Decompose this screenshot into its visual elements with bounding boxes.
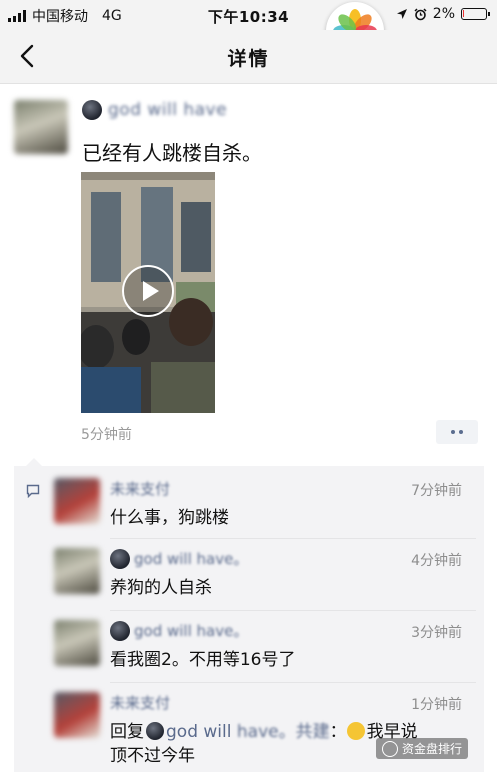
commenter-avatar[interactable] [54,478,100,524]
author-avatar-icon [82,100,102,120]
commenter-name-text[interactable]: 未来支付 [110,478,170,499]
commenter-name-text[interactable]: god will have。 [134,548,248,569]
status-bar: 中国移动 4G 下午10:34 2% [0,0,497,30]
more-actions-button[interactable] [436,420,478,444]
commenter-avatar[interactable] [54,620,100,666]
alarm-icon [414,7,427,20]
comment-icon [26,484,40,498]
commenter-name[interactable]: 未来支付 [110,692,170,713]
comments-panel: 未来支付 7分钟前 什么事，狗跳楼 god will have。 4分钟前 养狗… [14,458,484,772]
reply-colon: ： [329,722,347,742]
video-thumbnail[interactable] [81,172,215,413]
commenter-badge-icon [110,548,130,569]
post-author-name[interactable]: god will have [108,100,227,120]
reply-target-avatar-icon [146,722,164,740]
comment-divider [110,610,476,611]
post-timestamp: 5分钟前 [81,427,132,443]
watermark-text: 资金盘排行 [402,742,463,756]
nav-bar: 详情 [0,30,497,84]
comment-timestamp: 7分钟前 [411,483,462,499]
commenter-name[interactable]: god will have。 [110,620,248,641]
watermark: 资金盘排行 [376,738,469,759]
commenter-name[interactable]: god will have。 [110,548,248,569]
commenter-avatar[interactable] [54,548,100,594]
battery-percent: 2% [432,6,455,22]
comment-text: 回复 god will have。共建： 我早说 顶不过今年 [110,720,418,768]
commenter-name[interactable]: 未来支付 [110,478,170,499]
page-title: 详情 [227,48,270,70]
comment-timestamp: 1分钟前 [411,697,462,713]
commenter-name-text[interactable]: 未来支付 [110,692,170,713]
commenter-avatar[interactable] [54,692,100,738]
location-icon [396,9,407,19]
comment-divider [110,538,476,539]
comment-text: 养狗的人自杀 [110,578,212,598]
post-text: 已经有人跳楼自杀。 [82,141,262,165]
comment-text: 什么事，狗跳楼 [110,508,229,528]
comment-timestamp: 3分钟前 [411,625,462,641]
comment-text: 看我圈2。不用等16号了 [110,650,296,670]
post-author-avatar[interactable] [14,100,68,154]
comment-timestamp: 4分钟前 [411,553,462,569]
comment-divider [110,682,476,683]
play-icon[interactable] [122,265,174,317]
post-author[interactable]: god will have [82,100,227,120]
reply-prefix: 回复 [110,722,144,742]
reply-target-name-text[interactable]: god will [166,722,231,742]
battery-icon [461,8,490,20]
commenter-badge-icon [110,620,130,641]
thinking-emoji-icon [346,722,365,740]
status-right: 2% [396,6,490,22]
reply-target-name[interactable]: god will have。共建 [166,722,330,742]
comment-text-line2: 顶不过今年 [110,746,195,766]
watermark-logo-icon [382,740,398,757]
commenter-name-text[interactable]: god will have。 [134,620,248,641]
